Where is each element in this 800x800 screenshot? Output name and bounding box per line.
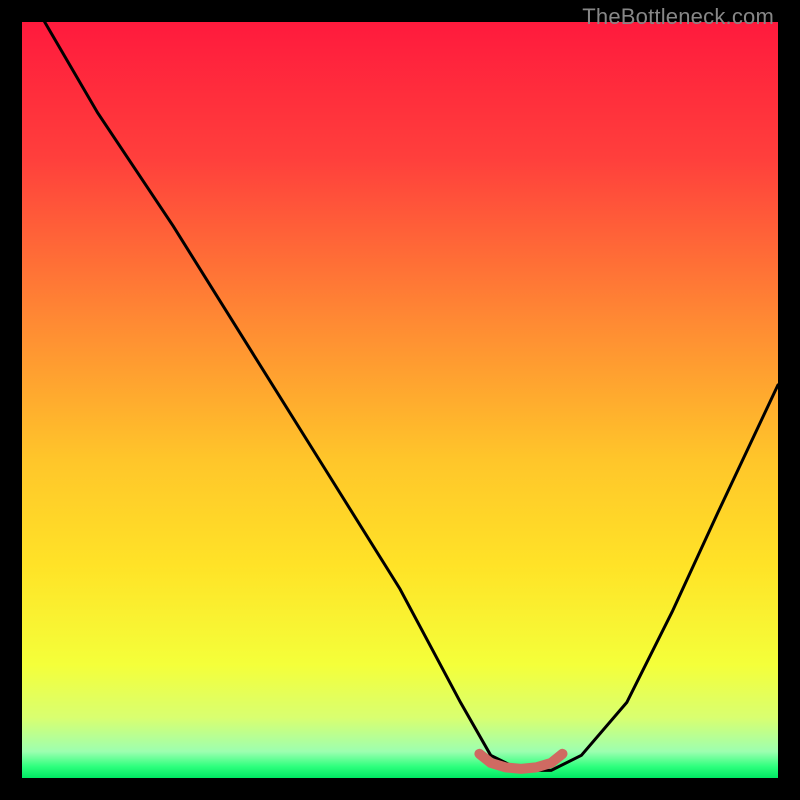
chart-frame xyxy=(22,22,778,778)
gradient-background xyxy=(22,22,778,778)
watermark-text: TheBottleneck.com xyxy=(582,4,774,30)
bottleneck-chart xyxy=(22,22,778,778)
